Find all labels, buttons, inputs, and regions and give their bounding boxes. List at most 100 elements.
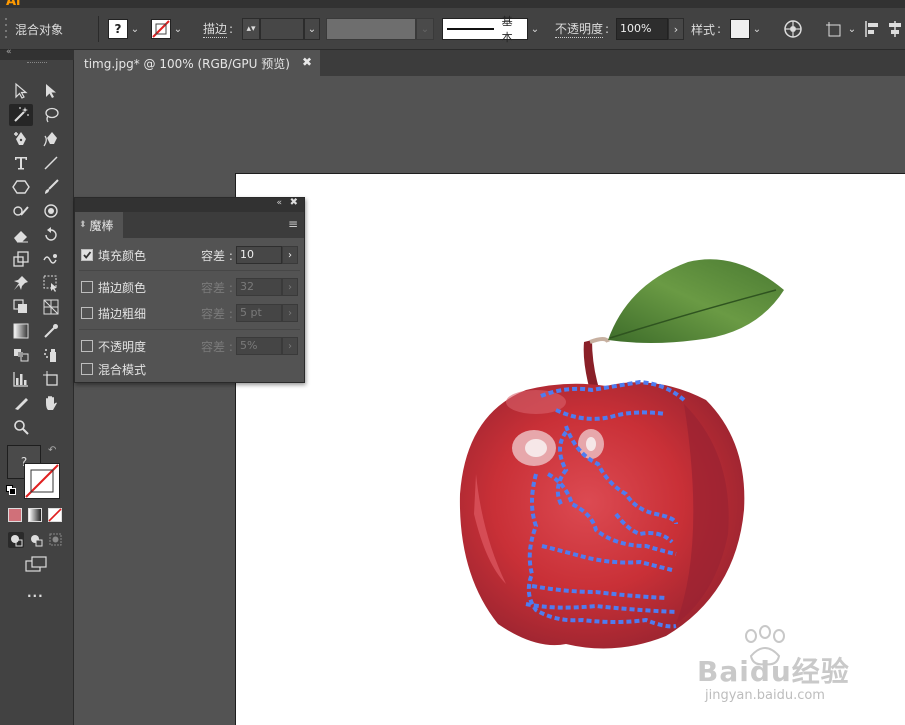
stroke-none-swatch-icon[interactable] — [151, 19, 171, 39]
polygon-tool[interactable] — [9, 176, 33, 198]
opacity-control[interactable]: 100% › — [616, 8, 684, 50]
free-transform-tool[interactable] — [39, 272, 63, 294]
fill-swatch[interactable]: ? — [108, 19, 128, 39]
curvature-tool[interactable] — [39, 128, 63, 150]
align-center-button[interactable] — [886, 8, 904, 50]
paintbrush-tool[interactable] — [39, 176, 63, 198]
lasso-tool[interactable] — [39, 104, 63, 126]
width-profile-field[interactable] — [326, 18, 416, 40]
stroke-weight-checkbox[interactable] — [81, 307, 93, 319]
graphic-style-swatch[interactable] — [730, 19, 750, 39]
direct-selection-tool[interactable] — [39, 80, 63, 102]
none-mode-button[interactable] — [48, 508, 62, 522]
hand-tool[interactable] — [39, 392, 63, 414]
chevron-right-icon[interactable]: › — [668, 18, 684, 40]
control-bar-grip[interactable] — [5, 8, 11, 50]
pen-tool[interactable] — [9, 128, 33, 150]
chevron-down-icon[interactable]: ⌄ — [416, 18, 434, 40]
fill-color-checkbox[interactable] — [81, 249, 93, 261]
stroke-color-checkbox[interactable] — [81, 281, 93, 293]
toolbar-grip[interactable] — [27, 62, 47, 64]
eyedropper-tool[interactable] — [39, 320, 63, 342]
swap-fill-stroke-icon[interactable]: ↶ — [48, 445, 56, 456]
watermark: Baidu经验 jingyan.baidu.com — [697, 622, 887, 712]
shaper-tool[interactable] — [9, 200, 33, 222]
blob-brush-tool[interactable] — [39, 200, 63, 222]
blend-tool[interactable] — [9, 344, 33, 366]
default-colors-icon[interactable] — [6, 485, 16, 495]
align-center-icon[interactable] — [886, 19, 904, 39]
magic-wand-tool[interactable] — [9, 104, 33, 126]
tools-panel: ? ↶ ... — [0, 60, 74, 725]
chevron-down-icon[interactable]: ⌄ — [304, 18, 320, 40]
selection-mode-label: 混合对象 — [15, 22, 64, 37]
stroke-weight-label: 描边粗细 — [98, 306, 147, 321]
column-graph-tool[interactable] — [9, 368, 33, 390]
zoom-tool[interactable] — [9, 416, 33, 438]
collapse-panel-icon[interactable]: « — [6, 47, 12, 57]
shape-builder-icon — [13, 299, 27, 313]
mesh-tool[interactable] — [9, 320, 33, 342]
panel-title-bar[interactable]: « ✖ — [75, 197, 304, 212]
chevron-down-icon[interactable]: ⌄ — [528, 18, 542, 40]
close-icon[interactable]: ✖ — [302, 55, 312, 69]
chevron-down-icon[interactable]: ⌄ — [128, 18, 142, 40]
rotate-tool[interactable] — [39, 224, 63, 246]
shape-builder-tool[interactable] — [9, 296, 33, 318]
panel-menu-icon[interactable]: ≡ — [288, 217, 298, 231]
chevron-down-icon[interactable]: ⌄ — [845, 18, 859, 40]
opacity-input[interactable]: 100% — [616, 18, 668, 40]
toolbar-header[interactable]: « — [0, 47, 74, 60]
eraser-tool[interactable] — [9, 224, 33, 246]
draw-normal-button[interactable] — [8, 532, 24, 548]
align-left-icon[interactable] — [864, 19, 882, 39]
magic-wand-panel: « ✖ ⬍ 魔棒 ≡ 填充颜色 容差 : 10 › 描边颜色 容差 : 32 ›… — [74, 197, 305, 383]
scale-tool[interactable] — [9, 248, 33, 270]
chevron-down-icon[interactable]: ⌄ — [171, 18, 185, 40]
recolor-artwork-button[interactable] — [783, 8, 803, 50]
panel-options-toggle-icon[interactable]: ⬍ — [79, 220, 87, 230]
color-mode-button[interactable] — [8, 508, 22, 522]
color-wheel-icon[interactable] — [783, 19, 803, 39]
close-icon[interactable]: ✖ — [290, 197, 298, 208]
graphic-style-control[interactable]: ⌄ — [730, 8, 764, 50]
draw-inside-icon — [49, 533, 62, 546]
gradient-swatch-icon — [13, 323, 29, 339]
stroke-weight-stepper[interactable]: ▴▾ ⌄ — [242, 8, 320, 50]
align-left-button[interactable] — [864, 8, 882, 50]
gradient-mode-button[interactable] — [28, 508, 42, 522]
variable-width-profile[interactable]: ⌄ — [326, 8, 434, 50]
chevron-right-icon[interactable]: › — [282, 246, 298, 264]
arrow-filled-icon — [46, 84, 56, 98]
edit-toolbar-button[interactable]: ... — [27, 586, 44, 600]
panel-tab-magic-wand[interactable]: ⬍ 魔棒 — [75, 212, 123, 238]
chevron-down-icon[interactable]: ⌄ — [750, 18, 764, 40]
artboard-tool[interactable] — [39, 368, 63, 390]
stroke-weight-input[interactable] — [260, 18, 304, 40]
warp-tool[interactable] — [39, 248, 63, 270]
draw-behind-button[interactable] — [28, 532, 44, 548]
collapse-panel-icon[interactable]: « — [276, 198, 282, 208]
puppet-warp-tool[interactable] — [9, 272, 33, 294]
transform-icon[interactable] — [825, 19, 845, 39]
stroke-swatch-large[interactable] — [24, 463, 60, 499]
screen-mode-button[interactable] — [24, 555, 50, 573]
fill-tolerance-input[interactable]: 10 — [236, 246, 282, 264]
document-tab[interactable]: timg.jpg* @ 100% (RGB/GPU 预览) ✖ — [74, 50, 320, 76]
type-tool[interactable] — [9, 152, 33, 174]
blend-mode-checkbox[interactable] — [81, 363, 93, 375]
draw-inside-button[interactable] — [48, 532, 64, 548]
symbol-sprayer-tool[interactable] — [39, 344, 63, 366]
stepper-arrows-icon[interactable]: ▴▾ — [242, 18, 260, 40]
slice-tool[interactable] — [9, 392, 33, 414]
fill-color-control[interactable]: ? ⌄ — [108, 8, 142, 50]
line-segment-tool[interactable] — [39, 152, 63, 174]
magic-wand-icon — [14, 107, 29, 122]
brush-definition[interactable]: 基本 ⌄ — [442, 8, 542, 50]
selection-tool[interactable] — [9, 80, 33, 102]
stroke-color-control[interactable]: ⌄ — [151, 8, 185, 50]
opacity-checkbox[interactable] — [81, 340, 93, 352]
transform-menu-button[interactable]: ⌄ — [825, 8, 859, 50]
perspective-grid-tool[interactable] — [39, 296, 63, 318]
scale-icon — [13, 251, 29, 267]
